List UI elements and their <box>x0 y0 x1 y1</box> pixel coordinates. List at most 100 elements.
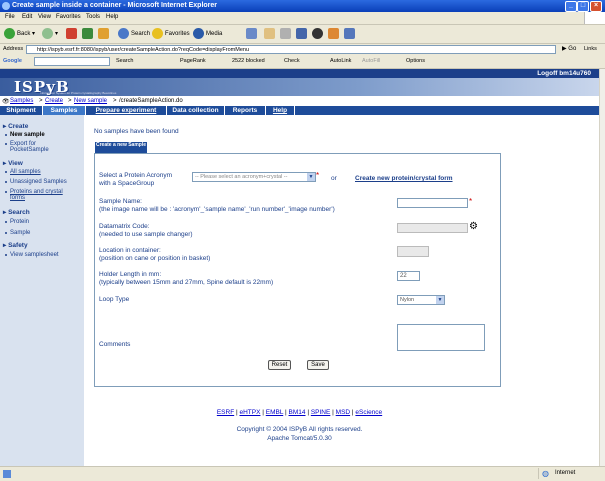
create-sample-form: Select a Protein Acronym with a SpaceGrou… <box>94 153 501 387</box>
vertical-scrollbar[interactable] <box>599 69 605 466</box>
logoff-link[interactable]: Logoff bm14u760 <box>537 70 591 77</box>
zone-panel: ◍ Internet <box>538 468 605 479</box>
sidebar-heading-view: ▸ View <box>3 160 23 167</box>
back-button[interactable]: Back ▾ <box>4 27 35 41</box>
footer-link-bm14[interactable]: BM14 <box>289 409 306 416</box>
logoff-bar: Logoff bm14u760 <box>0 69 599 78</box>
holder-length-label: Holder Length in mm: (typically between 1… <box>99 271 274 286</box>
options-button[interactable]: Options <box>406 58 425 64</box>
history-icon[interactable] <box>246 28 257 39</box>
edit-icon[interactable] <box>296 28 307 39</box>
footer-links: ESRF | eHTPX | EMBL | BM14 | SPINE | MSD… <box>216 409 383 416</box>
research-icon[interactable] <box>328 28 339 39</box>
spellcheck-button[interactable]: Check <box>284 58 300 64</box>
tab-shipment[interactable]: Shipment <box>0 106 43 115</box>
autolink-button[interactable]: AutoLink <box>330 58 351 64</box>
chevron-down-icon: ▼ <box>307 173 315 181</box>
messenger-icon[interactable] <box>312 28 323 39</box>
google-search-input[interactable] <box>34 57 110 66</box>
breadcrumb-new-sample[interactable]: New sample <box>74 98 107 104</box>
tab-reports[interactable]: Reports <box>225 106 266 115</box>
tab-prepare-experiment[interactable]: Prepare experiment <box>86 106 167 115</box>
sidebar-item-export[interactable]: Export for PocketSample <box>5 141 49 153</box>
tools-icon[interactable] <box>344 28 355 39</box>
footer-link-msd[interactable]: MSD <box>336 409 350 416</box>
autofill-button[interactable]: AutoFill <box>362 58 380 64</box>
loop-type-select[interactable]: Nylon ▼ <box>397 295 445 305</box>
maximize-button[interactable]: □ <box>577 1 589 12</box>
favorites-button[interactable]: Favorites <box>152 27 190 41</box>
window-title-bar: Create sample inside a container - Micro… <box>0 0 605 12</box>
address-input[interactable]: http://ispyb.esrf.fr:8080/ispyb/user/cre… <box>26 45 556 54</box>
required-marker: * <box>316 171 320 180</box>
save-button[interactable]: Save <box>307 360 329 370</box>
menu-tools[interactable]: Tools <box>86 14 100 20</box>
breadcrumb: 👁 Samples > Create > New sample > /creat… <box>0 96 599 106</box>
sidebar-item-sample[interactable]: Sample <box>5 230 30 236</box>
holder-length-input[interactable]: 22 <box>397 271 420 281</box>
no-samples-message: No samples have been found <box>94 128 179 135</box>
menu-edit[interactable]: Edit <box>22 14 32 20</box>
sample-name-input[interactable] <box>397 198 468 208</box>
footer-link-spine[interactable]: SPINE <box>311 409 331 416</box>
google-search-button[interactable]: Search <box>116 58 133 64</box>
refresh-icon[interactable] <box>82 28 93 39</box>
ispyb-logo-subtitle: Information System for Protein crystallo… <box>40 91 117 95</box>
breadcrumb-action: /createSampleAction.do <box>119 98 183 104</box>
windows-logo-icon <box>584 12 605 24</box>
popup-blocked-count[interactable]: 2522 blocked <box>232 58 265 64</box>
page-icon <box>3 470 11 478</box>
create-protein-link[interactable]: Create new protein/crystal form <box>355 175 453 183</box>
copyright: Copyright © 2004 ISPyB All rights reserv… <box>236 426 363 433</box>
links-button[interactable]: Links <box>584 46 597 52</box>
mail-icon[interactable] <box>264 28 275 39</box>
star-icon <box>152 27 163 39</box>
sidebar-item-unassigned[interactable]: Unassigned Samples <box>5 179 67 185</box>
sidebar-item-proteins[interactable]: Proteins and crystal forms <box>5 189 63 201</box>
sidebar-heading-create: ▸ Create <box>3 123 29 130</box>
media-icon <box>193 27 204 39</box>
sidebar-heading-search: ▸ Search <box>3 209 30 216</box>
sidebar-item-protein[interactable]: Protein <box>5 219 29 225</box>
media-button[interactable]: Media <box>193 27 222 41</box>
location-input[interactable] <box>397 246 429 257</box>
footer-link-ehtpx[interactable]: eHTPX <box>239 409 260 416</box>
tab-data-collection[interactable]: Data collection <box>167 106 225 115</box>
datamatrix-input[interactable] <box>397 223 468 233</box>
forward-button[interactable]: ▾ <box>42 27 58 41</box>
window-title: Create sample inside a container - Micro… <box>12 2 217 9</box>
server-version: Apache Tomcat/5.0.30 <box>267 435 332 442</box>
breadcrumb-create[interactable]: Create <box>45 98 63 104</box>
tab-samples[interactable]: Samples <box>43 106 86 115</box>
search-icon <box>118 27 129 39</box>
search-button[interactable]: Search <box>118 27 150 41</box>
menu-file[interactable]: File <box>5 14 15 20</box>
print-icon[interactable] <box>280 28 291 39</box>
go-button[interactable]: ▶ Go <box>562 45 576 52</box>
or-label: or <box>331 175 337 182</box>
sidebar-item-samplesheet[interactable]: View samplesheet <box>5 252 59 258</box>
sidebar-heading-safety: ▸ Safety <box>3 242 28 249</box>
reset-button[interactable]: Reset <box>268 360 291 370</box>
breadcrumb-samples[interactable]: Samples <box>10 98 33 104</box>
eye-icon: 👁 <box>2 99 10 105</box>
home-icon[interactable] <box>98 28 109 39</box>
stop-icon[interactable] <box>66 28 77 39</box>
google-logo: Google <box>3 58 22 64</box>
footer-link-embl[interactable]: EMBL <box>266 409 283 416</box>
status-bar: ◍ Internet <box>0 466 605 481</box>
close-button[interactable]: × <box>590 1 602 12</box>
ie-icon <box>2 2 10 10</box>
acronym-select[interactable]: -- Please select an acronym+crystal -- ▼ <box>192 172 316 182</box>
menu-view[interactable]: View <box>38 14 51 20</box>
sidebar-item-all-samples[interactable]: All samples <box>5 169 41 175</box>
footer-link-esrf[interactable]: ESRF <box>217 409 234 416</box>
menu-favorites[interactable]: Favorites <box>56 14 81 20</box>
minimize-button[interactable]: _ <box>565 1 577 12</box>
menu-help[interactable]: Help <box>106 14 118 20</box>
tab-help[interactable]: Help <box>266 106 295 115</box>
sidebar-item-new-sample[interactable]: New sample <box>5 132 45 138</box>
comments-textarea[interactable] <box>397 324 485 351</box>
gear-icon[interactable]: ⚙ <box>469 221 478 232</box>
footer-link-escience[interactable]: eScience <box>355 409 382 416</box>
